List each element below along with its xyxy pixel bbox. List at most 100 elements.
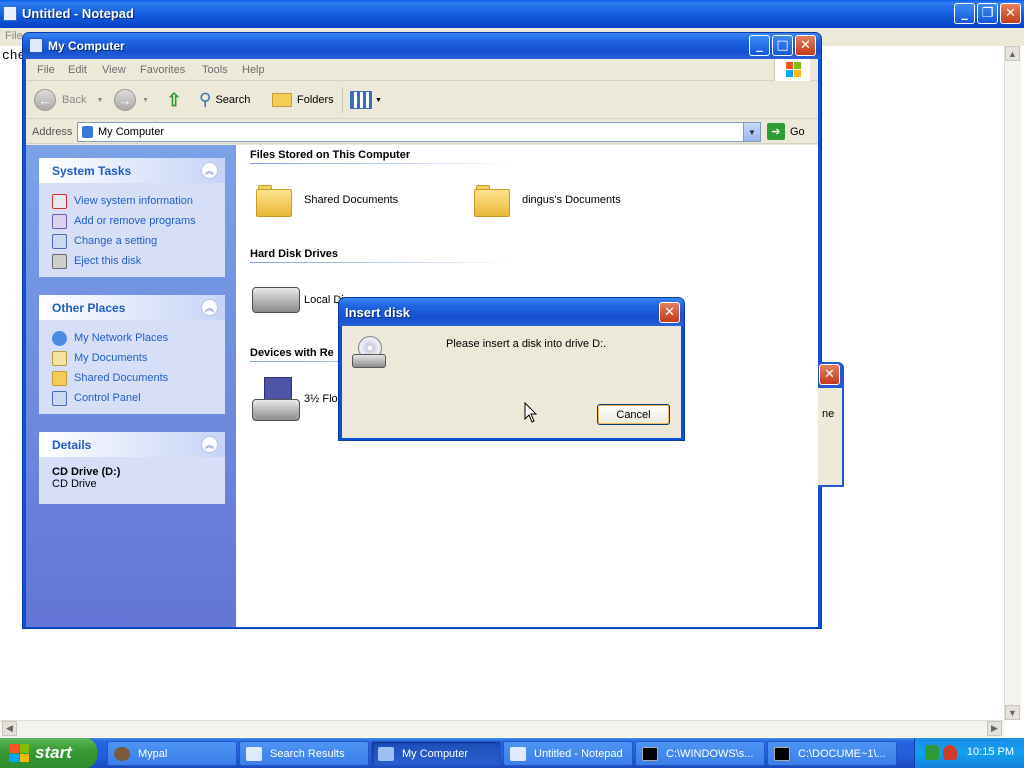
- item-local-disk[interactable]: Local Di: [252, 287, 344, 313]
- dialog-title: Insert disk: [345, 305, 411, 320]
- notepad-title: Untitled - Notepad: [22, 6, 134, 21]
- place-shared-documents[interactable]: Shared Documents: [52, 368, 225, 388]
- window-title: My Computer: [48, 39, 125, 53]
- address-dropdown-icon[interactable]: ▼: [743, 123, 760, 141]
- task-label: View system information: [74, 195, 194, 207]
- collapse-chevron-icon[interactable]: ︽: [201, 162, 218, 179]
- address-label: Address: [32, 126, 73, 138]
- dialog-title-bar[interactable]: Insert disk ✕: [339, 298, 684, 326]
- notepad-icon: [3, 6, 17, 21]
- folder-icon: [474, 183, 512, 217]
- close-icon[interactable]: ✕: [659, 302, 680, 323]
- item-label: dingus's Documents: [522, 194, 621, 206]
- notepad-vertical-scrollbar[interactable]: ▲ ▼: [1004, 46, 1021, 720]
- folders-button[interactable]: Folders: [272, 87, 334, 113]
- details-type: CD Drive: [52, 478, 97, 490]
- system-tray: 10:15 PM: [914, 738, 1024, 768]
- scroll-left-icon[interactable]: ◀: [2, 721, 17, 736]
- task-add-remove-programs[interactable]: Add or remove programs: [52, 211, 225, 231]
- taskbar-button-notepad[interactable]: Untitled - Notepad: [503, 741, 633, 766]
- network-tray-icon[interactable]: [925, 745, 939, 760]
- place-label: My Network Places: [74, 332, 169, 344]
- notepad-title-bar[interactable]: Untitled - Notepad _ ❐ ✕: [0, 0, 1024, 28]
- minimize-icon[interactable]: _: [749, 35, 770, 56]
- collapse-chevron-icon[interactable]: ︽: [201, 436, 218, 453]
- task-view-system-information[interactable]: View system information: [52, 191, 225, 211]
- item-dingus-documents[interactable]: dingus's Documents: [474, 183, 621, 217]
- scroll-down-icon[interactable]: ▼: [1005, 705, 1020, 720]
- up-folder-button[interactable]: ⇧: [163, 87, 185, 113]
- place-my-documents[interactable]: My Documents: [52, 348, 225, 368]
- collapse-chevron-icon[interactable]: ︽: [201, 299, 218, 316]
- views-button[interactable]: ▼: [350, 87, 382, 113]
- folders-label: Folders: [297, 94, 334, 106]
- go-arrow-icon: ➔: [767, 123, 785, 140]
- scroll-up-icon[interactable]: ▲: [1005, 46, 1020, 61]
- cd-drive-icon: [352, 336, 388, 370]
- back-button[interactable]: ← Back ▼: [34, 87, 103, 113]
- cancel-button[interactable]: Cancel: [597, 404, 670, 425]
- address-bar: Address My Computer ▼ ➔ Go: [26, 120, 818, 144]
- menu-favorites[interactable]: Favorites: [140, 64, 185, 76]
- item-label: Shared Documents: [304, 194, 399, 206]
- command-prompt-icon: [774, 746, 790, 761]
- clock[interactable]: 10:15 PM: [967, 746, 1014, 758]
- taskbar-button-mypal[interactable]: Mypal: [107, 741, 237, 766]
- taskbar-button-search-results[interactable]: Search Results: [239, 741, 369, 766]
- other-places-panel: Other Places ︽ My Network Places My Docu…: [39, 295, 225, 414]
- restore-icon[interactable]: ❐: [977, 3, 998, 24]
- place-control-panel[interactable]: Control Panel: [52, 388, 225, 408]
- mouse-cursor-icon: [524, 402, 538, 423]
- close-icon[interactable]: ✕: [819, 364, 840, 385]
- security-shield-icon[interactable]: [943, 745, 957, 760]
- task-change-setting[interactable]: Change a setting: [52, 231, 225, 251]
- taskbar: start Mypal Search Results My Computer U…: [0, 738, 1024, 768]
- place-my-network-places[interactable]: My Network Places: [52, 328, 225, 348]
- mypal-icon: [114, 746, 130, 761]
- close-icon[interactable]: ✕: [1000, 3, 1021, 24]
- minimize-icon[interactable]: _: [954, 3, 975, 24]
- notepad-menu-file[interactable]: File: [5, 30, 23, 42]
- taskbar-label: C:\DOCUME~1\...: [798, 747, 886, 760]
- start-button[interactable]: start: [0, 738, 97, 768]
- back-label: Back: [62, 94, 87, 106]
- toolbar-separator: [342, 87, 343, 113]
- forward-button[interactable]: → ▼: [114, 87, 149, 113]
- task-label: Eject this disk: [74, 255, 142, 267]
- search-button[interactable]: ⚲ Search: [199, 87, 250, 113]
- item-floppy-drive[interactable]: 3½ Flo: [252, 377, 338, 421]
- address-input[interactable]: My Computer ▼: [77, 122, 761, 142]
- task-label: Add or remove programs: [74, 215, 196, 227]
- notepad-horizontal-scrollbar[interactable]: ◀ ▶: [0, 720, 1004, 737]
- menu-view[interactable]: View: [102, 64, 126, 76]
- scroll-right-icon[interactable]: ▶: [987, 721, 1002, 736]
- details-header[interactable]: Details ︽: [39, 432, 225, 457]
- insert-disk-dialog: Insert disk ✕ Please insert a disk into …: [338, 297, 685, 441]
- menu-edit[interactable]: Edit: [68, 64, 87, 76]
- menu-tools[interactable]: Tools: [202, 64, 228, 76]
- taskbar-button-cmd-documents[interactable]: C:\DOCUME~1\...: [767, 741, 897, 766]
- forward-arrow-icon: →: [114, 89, 136, 111]
- taskbar-button-my-computer[interactable]: My Computer: [371, 741, 501, 766]
- views-icon: [350, 91, 372, 109]
- close-icon[interactable]: ✕: [795, 35, 816, 56]
- group-hard-disk-drives: Hard Disk Drives: [250, 248, 339, 260]
- details-panel: Details ︽ CD Drive (D:) CD Drive: [39, 432, 225, 504]
- other-places-header[interactable]: Other Places ︽: [39, 295, 225, 320]
- forward-dropdown-icon[interactable]: ▼: [142, 97, 149, 104]
- system-tasks-header[interactable]: System Tasks ︽: [39, 158, 225, 183]
- folder-icon: [256, 183, 294, 217]
- menu-help[interactable]: Help: [242, 64, 265, 76]
- menu-file[interactable]: File: [37, 64, 55, 76]
- taskbar-button-cmd-windows[interactable]: C:\WINDOWS\s...: [635, 741, 765, 766]
- taskbar-label: Mypal: [138, 747, 168, 760]
- folders-icon: [272, 93, 292, 107]
- maximize-icon[interactable]: □: [772, 35, 793, 56]
- task-eject-disk[interactable]: Eject this disk: [52, 251, 225, 271]
- computer-icon: [378, 746, 394, 761]
- back-dropdown-icon[interactable]: ▼: [96, 97, 103, 104]
- go-button[interactable]: ➔ Go: [767, 123, 805, 140]
- dialog-message: Please insert a disk into drive D:.: [446, 338, 607, 350]
- item-shared-documents[interactable]: Shared Documents: [256, 183, 398, 217]
- my-computer-title-bar[interactable]: My Computer _ □ ✕: [23, 33, 821, 59]
